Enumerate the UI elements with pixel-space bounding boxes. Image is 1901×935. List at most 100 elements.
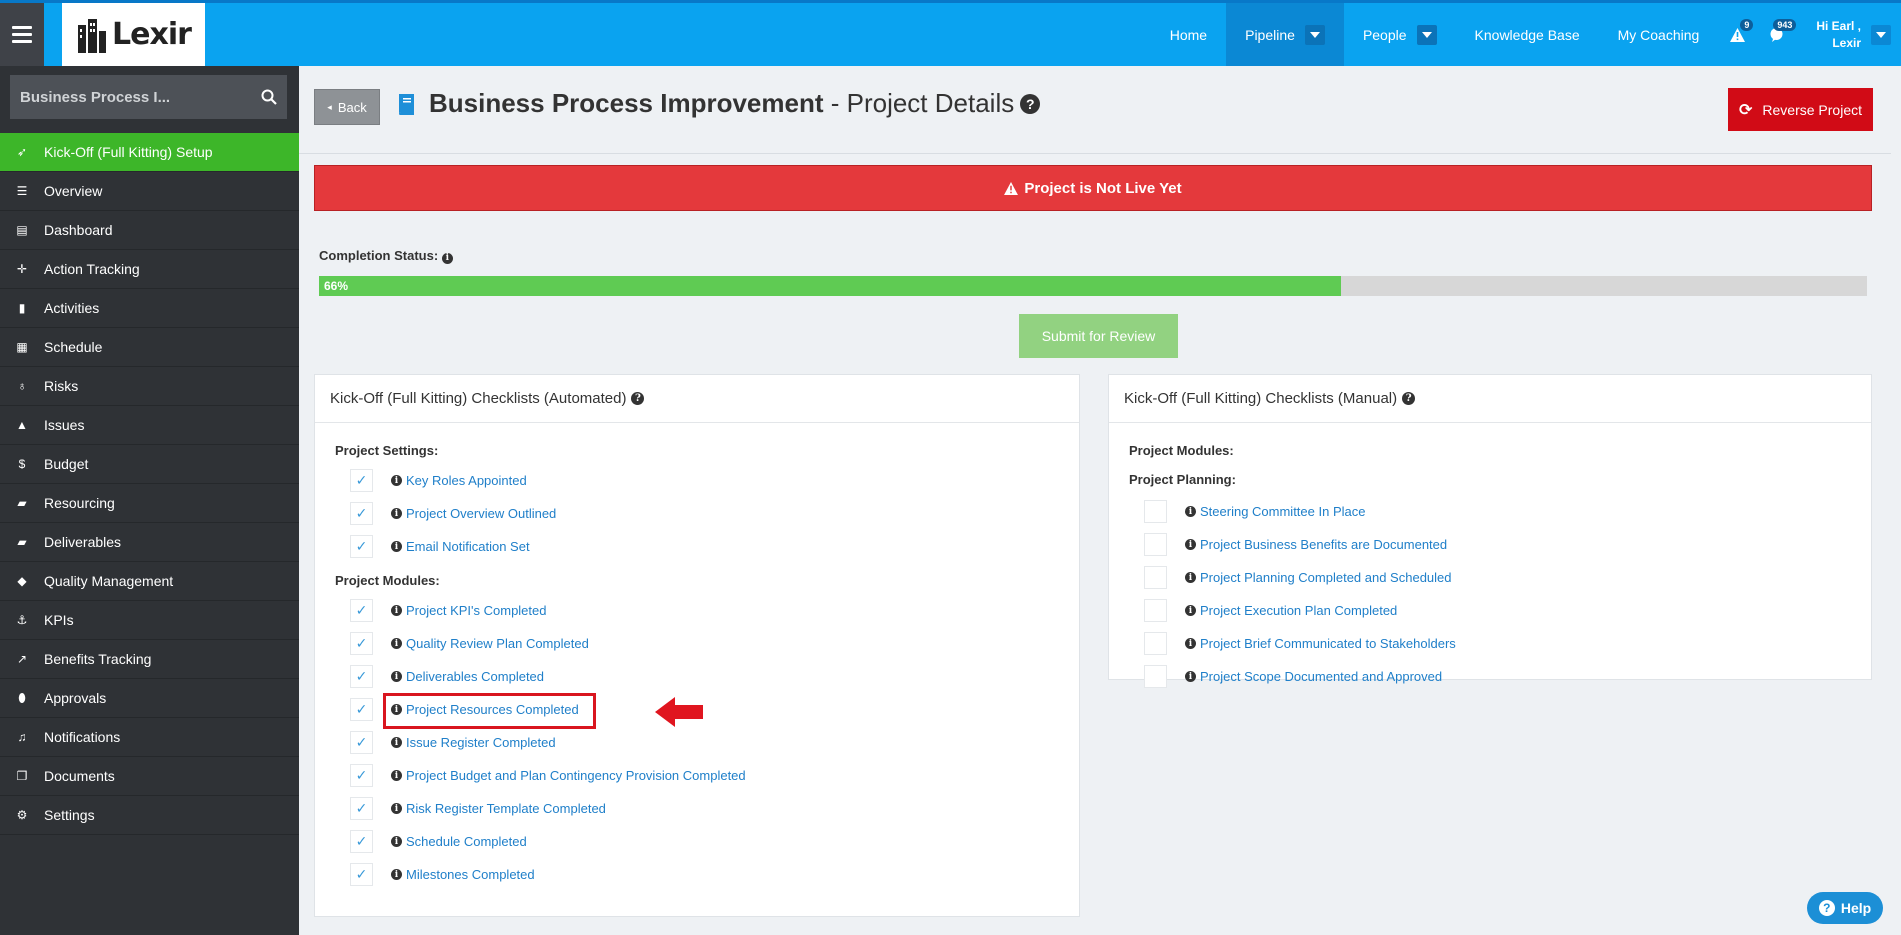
checklist-link[interactable]: i Key Roles Appointed (391, 473, 527, 488)
checkbox[interactable] (1144, 632, 1167, 655)
info-icon: i (391, 475, 402, 486)
sidebar-item-schedule[interactable]: ▦ Schedule (0, 328, 299, 367)
checkbox[interactable]: ✓ (350, 665, 373, 688)
sidebar-item-notifications[interactable]: ♫ Notifications (0, 718, 299, 757)
user-menu[interactable]: Hi Earl , Lexir (1796, 3, 1901, 66)
checklist-link[interactable]: i Project Scope Documented and Approved (1185, 669, 1442, 684)
check-icon: ✓ (355, 767, 368, 783)
checklist-item: i Project Scope Documented and Approved (1129, 660, 1851, 693)
section-title: Project Modules: (335, 573, 440, 588)
sidebar-item-label: Quality Management (44, 573, 174, 589)
sidebar-item-budget[interactable]: $ Budget (0, 445, 299, 484)
sidebar-item-quality-management[interactable]: ◆ Quality Management (0, 562, 299, 601)
checklist-label: Schedule Completed (406, 834, 527, 849)
checklist-label: Steering Committee In Place (1200, 504, 1366, 519)
question-icon[interactable]: ? (631, 392, 645, 405)
checklist-link[interactable]: i Project Business Benefits are Documente… (1185, 537, 1447, 552)
panel-body: Project Modules: Project Planning: i Stee… (1109, 423, 1871, 703)
checkbox[interactable]: ✓ (350, 632, 373, 655)
sidebar-item-dashboard[interactable]: ▤ Dashboard (0, 211, 299, 250)
search-icon[interactable] (261, 89, 277, 105)
chevron-down-icon[interactable] (1304, 24, 1325, 45)
question-icon[interactable]: ? (1402, 392, 1416, 405)
info-icon: i (1185, 605, 1196, 616)
sidebar-item-resourcing[interactable]: ▰ Resourcing (0, 484, 299, 523)
submit-for-review-button[interactable]: Submit for Review (1019, 314, 1178, 358)
back-button[interactable]: ◂ Back (314, 89, 380, 125)
sidebar-item-overview[interactable]: ☰ Overview (0, 172, 299, 211)
sidebar-item-benefits-tracking[interactable]: ↗ Benefits Tracking (0, 640, 299, 679)
checkbox[interactable]: ✓ (350, 469, 373, 492)
info-icon: i (391, 836, 402, 847)
checklist-label: Project Scope Documented and Approved (1200, 669, 1443, 684)
nav-pipeline[interactable]: Pipeline (1226, 3, 1344, 66)
sidebar-item-activities[interactable]: ▮ Activities (0, 289, 299, 328)
sidebar-item-kpis[interactable]: ⚓ KPIs (0, 601, 299, 640)
checkbox[interactable] (1144, 665, 1167, 688)
sidebar-item-issues[interactable]: ▲ Issues (0, 406, 299, 445)
check-icon: ✓ (355, 602, 368, 618)
checklist-link[interactable]: i Project Budget and Plan Contingency Pro… (391, 768, 746, 783)
checklist-link[interactable]: i Project Overview Outlined (391, 506, 556, 521)
checkbox[interactable]: ✓ (350, 830, 373, 853)
checkbox[interactable] (1144, 566, 1167, 589)
checklist-link[interactable]: i Project Planning Completed and Schedule… (1185, 570, 1452, 585)
help-button[interactable]: ? Help (1807, 892, 1883, 924)
sidebar-item-settings[interactable]: ⚙ Settings (0, 796, 299, 835)
checkbox[interactable] (1144, 500, 1167, 523)
checklist-label: Project Execution Plan Completed (1200, 603, 1398, 618)
sidebar-item-action-tracking[interactable]: ✛ Action Tracking (0, 250, 299, 289)
checkbox[interactable]: ✓ (350, 797, 373, 820)
checklist-link[interactable]: i Steering Committee In Place (1185, 504, 1365, 519)
checklist-link[interactable]: i Project Brief Communicated to Stakehold… (1185, 636, 1456, 651)
checklist-label: Milestones Completed (406, 867, 535, 882)
sidebar-item-label: Issues (44, 417, 85, 433)
chevron-down-icon[interactable] (1416, 24, 1437, 45)
sidebar-item-label: Notifications (44, 729, 121, 745)
sidebar-item-approvals[interactable]: ⬮ Approvals (0, 679, 299, 718)
nav-my-coaching[interactable]: My Coaching (1599, 3, 1719, 66)
menu-toggle-button[interactable] (0, 3, 44, 66)
checkbox[interactable]: ✓ (350, 863, 373, 886)
search-input[interactable] (20, 88, 250, 106)
checkbox[interactable]: ✓ (350, 698, 373, 721)
page-title-suffix: - Project Details (823, 88, 1015, 118)
checklist-link[interactable]: i Deliverables Completed (391, 669, 544, 684)
sidebar-item-kickoff-setup[interactable]: ➶ Kick-Off (Full Kitting) Setup (0, 133, 299, 172)
section-title: Project Settings: (335, 443, 439, 458)
checkbox[interactable] (1144, 533, 1167, 556)
building-logo-icon (78, 18, 107, 53)
nav-knowledge-base[interactable]: Knowledge Base (1456, 3, 1599, 66)
checkbox[interactable]: ✓ (350, 764, 373, 787)
checkbox[interactable]: ✓ (350, 535, 373, 558)
nav-home[interactable]: Home (1151, 3, 1226, 66)
checklist-item: ✓ i Deliverables Completed (335, 660, 1059, 693)
checklist-link[interactable]: i Issue Register Completed (391, 735, 556, 750)
project-search (10, 75, 287, 119)
messages-button[interactable]: 943 (1757, 3, 1797, 66)
checklist-link[interactable]: i Milestones Completed (391, 867, 535, 882)
checklist-link[interactable]: i Schedule Completed (391, 834, 527, 849)
logo[interactable]: Lexir (62, 3, 205, 66)
checklist-label: Key Roles Appointed (406, 473, 527, 488)
alerts-button[interactable]: 9 (1718, 3, 1757, 66)
checklist-link[interactable]: i Project Execution Plan Completed (1185, 603, 1397, 618)
sidebar-item-documents[interactable]: ❐ Documents (0, 757, 299, 796)
checkbox[interactable]: ✓ (350, 731, 373, 754)
info-icon: i (1185, 506, 1196, 517)
question-icon[interactable]: ? (1020, 94, 1041, 114)
reverse-project-button[interactable]: ⟳ Reverse Project (1728, 88, 1873, 131)
sidebar-item-label: Resourcing (44, 495, 115, 511)
checkbox[interactable] (1144, 599, 1167, 622)
sidebar-item-deliverables[interactable]: ▰ Deliverables (0, 523, 299, 562)
nav-people[interactable]: People (1344, 3, 1456, 66)
checkbox[interactable]: ✓ (350, 502, 373, 525)
checklist-link[interactable]: i Risk Register Template Completed (391, 801, 606, 816)
info-icon[interactable]: i (441, 252, 453, 264)
checklist-link[interactable]: i Quality Review Plan Completed (391, 636, 589, 651)
checkbox[interactable]: ✓ (350, 599, 373, 622)
chevron-down-icon[interactable] (1871, 24, 1891, 45)
sidebar-item-risks[interactable]: ♁ Risks (0, 367, 299, 406)
checklist-link[interactable]: i Email Notification Set (391, 539, 530, 554)
checklist-link[interactable]: i Project KPI's Completed (391, 603, 547, 618)
